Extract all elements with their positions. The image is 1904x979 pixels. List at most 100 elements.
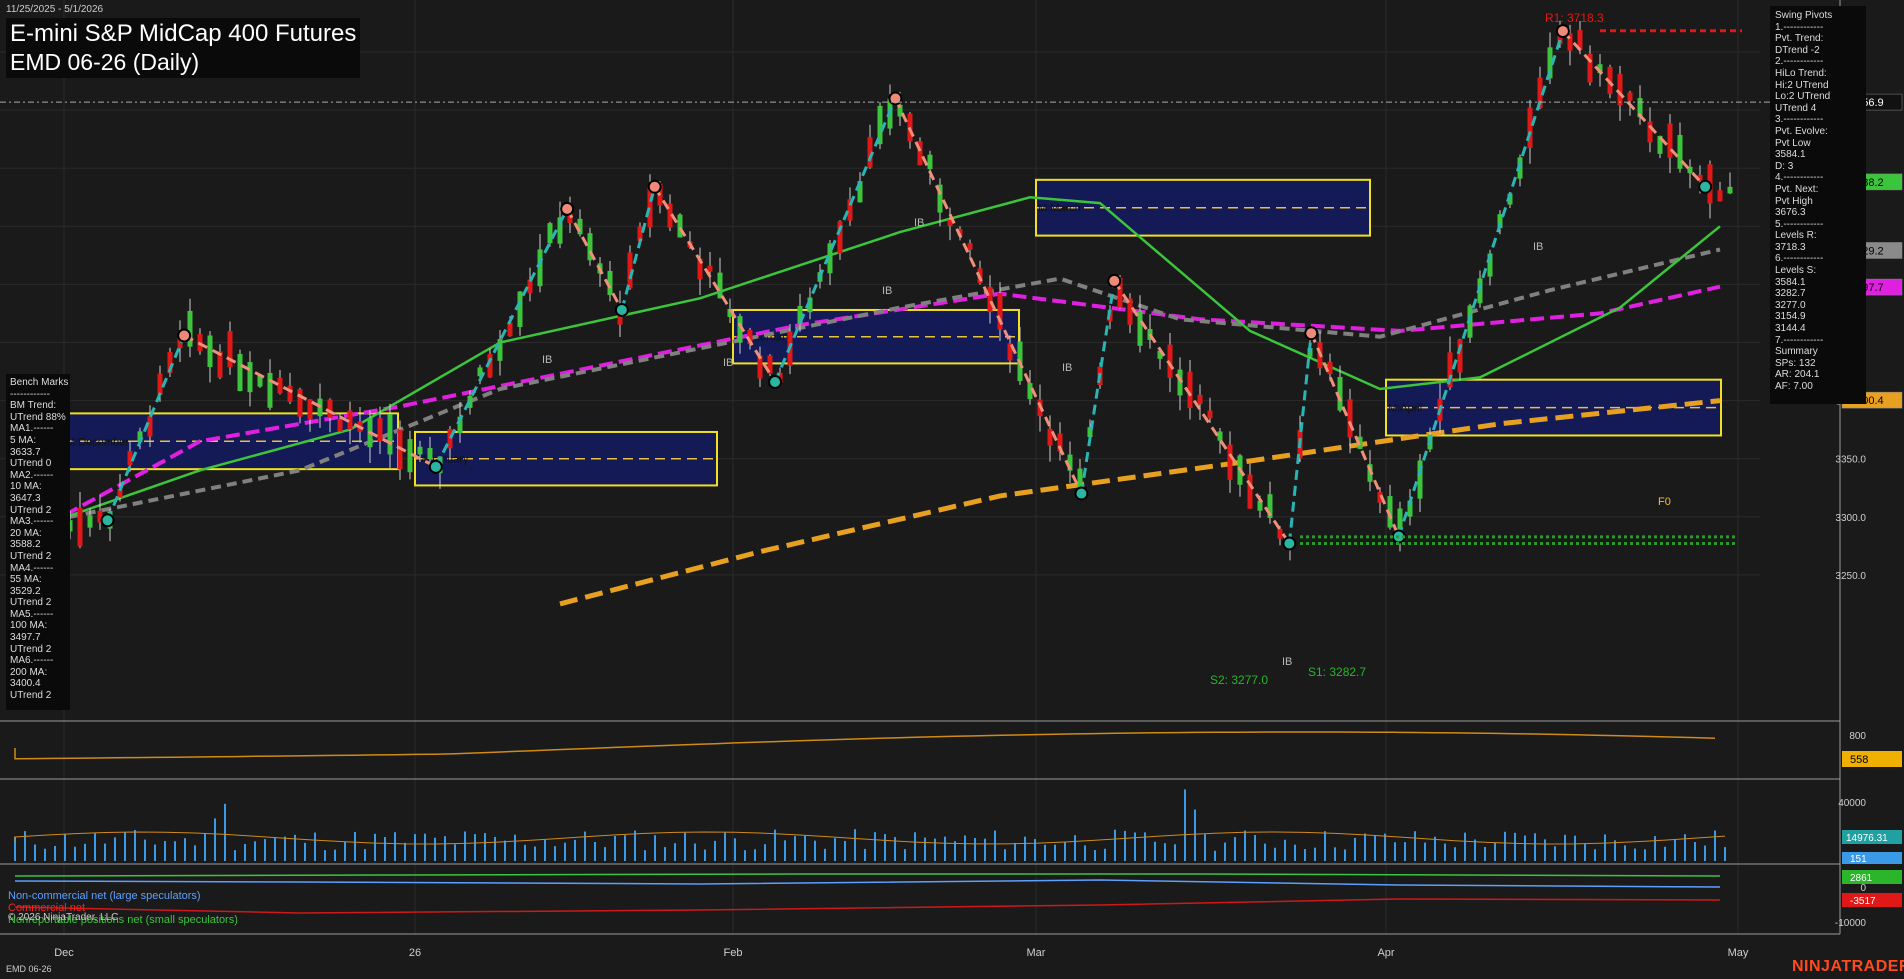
date-range: 11/25/2025 - 5/1/2026 [6,4,104,15]
swing-point [888,91,903,106]
ib-label: IB [1282,656,1292,668]
panel-line: 5.------------ [1775,218,1824,230]
candle-body [237,353,243,392]
ind2-tag-label: 14976.31 [1846,833,1888,844]
candle-body [387,414,393,455]
swing-point [647,179,662,194]
panel-line: UTrend 88% [10,411,66,423]
ib-label: IB [1533,241,1543,253]
candle-body [427,447,433,460]
panel-line: MA1.------ [10,423,54,435]
panel-line: 4.------------ [1775,172,1824,184]
candle-body [517,291,523,328]
panel-line: Lo:2 UTrend [1775,91,1831,103]
panel-line: 3144.4 [1775,323,1806,335]
panel-line: DTrend -2 [1775,44,1820,56]
panel-line: Hi:2 UTrend [1775,79,1829,91]
candle-body [247,362,253,393]
legend-noncommercial: Non-commercial net (large speculators) [8,890,201,902]
candle-body [417,446,423,455]
panel-line: UTrend 2 [10,597,52,609]
swing-point [768,375,783,390]
candle-body [1347,399,1353,438]
swing-point [177,328,192,343]
ib-label: IB [542,354,552,366]
ind2-tick: 40000 [1838,798,1866,809]
panel-line: 3282.7 [1775,288,1806,300]
y-tick-label: 3300.0 [1835,513,1866,524]
panel-line: Pvt Low [1775,137,1811,149]
cot-tick: -10000 [1835,918,1867,929]
candle-body [1677,134,1683,169]
price-chart[interactable]: M:DecemberM:JanuaryM:FebruaryM:MarchM:Ap… [0,0,1904,979]
candle-body [1667,123,1673,158]
panel-line: 3154.9 [1775,311,1806,323]
candle-body [327,399,333,418]
candle-body [1197,394,1203,405]
candle-body [207,335,213,368]
panel-line: 3588.2 [10,539,41,551]
cot-tag-label: -3517 [1850,896,1876,907]
candle-body [987,286,993,313]
candle-body [287,385,293,402]
panel-line: UTrend 4 [1775,102,1817,114]
month-box-label: M:December [66,436,129,448]
panel-line: 3584.1 [1775,276,1806,288]
panel-line: MA2.------ [10,469,54,481]
ind1-tag-label: 558 [1850,754,1868,766]
ib-label: IB [882,285,892,297]
candle-body [1047,428,1053,446]
panel-line: 3633.7 [10,446,41,458]
panel-line: Levels R: [1775,230,1817,242]
s1-label: S1: 3282.7 [1308,665,1366,679]
panel-line: 7.------------ [1775,334,1824,346]
panel-line: 3529.2 [10,585,41,597]
ib-label: IB [723,357,733,369]
candle-body [1627,92,1633,101]
panel-line: MA5.------ [10,608,54,620]
candle-body [497,339,503,361]
ind2-tag2-label: 151 [1850,854,1867,865]
panel-line: AF: 7.00 [1775,381,1813,392]
panel-line: 3676.3 [1775,207,1806,219]
panel-line: UTrend 2 [10,643,52,655]
panel-line: SPs: 132 [1775,357,1816,369]
y-tick-label: 3350.0 [1835,455,1866,466]
candle-body [377,418,383,442]
panel-line: Bench Marks [10,377,69,388]
panel-line: HiLo Trend: [1775,67,1827,79]
candle-body [1137,310,1143,346]
candle-body [77,507,83,547]
swing-point [428,459,443,474]
panel-line: UTrend 0 [10,458,52,470]
x-tick-label: May [1728,947,1749,959]
panel-line: 3277.0 [1775,299,1806,311]
panel-line: Pvt. Trend: [1775,33,1824,45]
x-tick-label: Feb [724,947,743,959]
candle-body [297,389,303,417]
candle-body [87,515,93,528]
candle-body [147,416,153,437]
swing-point [1107,273,1122,288]
cot-tag-label: 2861 [1850,873,1873,884]
candle-body [267,372,273,408]
candle-body [1227,444,1233,480]
candle-body [547,223,553,244]
candle-body [1247,474,1253,509]
panel-line: BM Trend: [10,400,57,412]
candle-body [677,214,683,238]
candle-body [507,322,513,337]
ib-label: IB [914,217,924,229]
candle-body [717,272,723,299]
swing-point [1304,326,1319,341]
ib-label: IB [1062,362,1072,374]
panel-line: MA4.------ [10,562,54,574]
panel-line: Levels S: [1775,265,1817,277]
chart-title: E-mini S&P MidCap 400 Futures [10,20,357,47]
panel-line: 20 MA: [10,527,42,539]
panel-line: 10 MA: [10,481,42,493]
footer-symbol: EMD 06-26 [6,964,52,974]
panel-line: Swing Pivots [1775,10,1833,21]
panel-line: AR: 204.1 [1775,369,1820,381]
x-tick-label: 26 [409,947,421,959]
